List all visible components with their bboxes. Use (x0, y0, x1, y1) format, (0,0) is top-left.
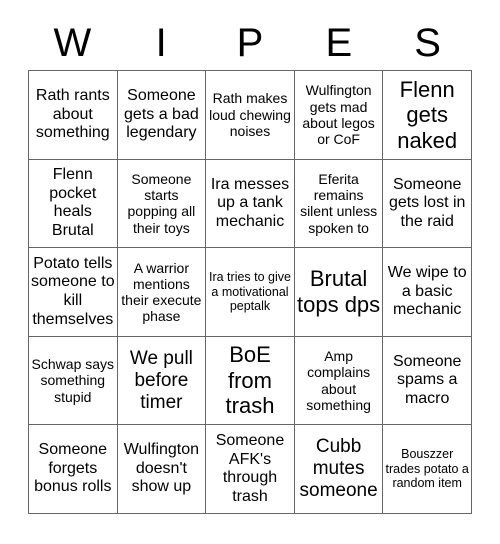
bingo-cell[interactable]: Cubb mutes someone (294, 425, 384, 514)
bingo-cell-text: Potato tells someone to kill themselves (31, 254, 115, 328)
bingo-cell-text: Wulfington gets mad about legos or CoF (302, 82, 375, 148)
bingo-cell[interactable]: We pull before timer (117, 336, 207, 426)
bingo-cell-text: Rath rants about something (35, 86, 110, 142)
bingo-cell-text: Amp complains about something (306, 348, 371, 413)
bingo-cell-text: Eferita remains silent unless spoken to (300, 170, 378, 236)
bingo-cell-text: Ira messes up a tank mechanic (210, 175, 290, 230)
bingo-cell-text: Cubb mutes someone (299, 436, 378, 502)
title-letter-5: S (414, 21, 441, 65)
bingo-cell[interactable]: Someone AFK's through trash (206, 425, 295, 514)
bingo-cell[interactable]: Someone gets lost in the raid (383, 159, 472, 249)
bingo-grid: Rath rants about something Someone gets a… (28, 70, 472, 514)
bingo-cell[interactable]: Someone starts popping all their toys (117, 159, 207, 249)
bingo-cell[interactable]: Bouszzer trades potato a random item (383, 425, 472, 514)
bingo-cell[interactable]: Rath rants about something (29, 71, 118, 160)
bingo-cell-text: Someone forgets bonus rolls (34, 441, 112, 496)
bingo-cell[interactable]: Someone gets a bad legendary (117, 71, 207, 160)
title-letter-3: P (236, 21, 264, 65)
bingo-cell[interactable]: We wipe to a basic mechanic (383, 248, 472, 337)
bingo-cell-text: Flenn pocket heals Brutal (49, 166, 97, 239)
bingo-cell-text: Someone starts popping all their toys (127, 170, 196, 236)
bingo-cell[interactable]: Ira messes up a tank mechanic (206, 159, 295, 249)
title-letter-1: W (53, 21, 92, 65)
bingo-cell[interactable]: Wulfington doesn't show up (117, 425, 207, 514)
bingo-cell[interactable]: Wulfington gets mad about legos or CoF (294, 71, 384, 160)
bingo-cell-text: Rath makes loud chewing noises (209, 90, 291, 139)
bingo-cell[interactable]: Flenn pocket heals Brutal (29, 159, 118, 249)
bingo-cell[interactable]: Eferita remains silent unless spoken to (294, 159, 384, 249)
bingo-cell-text: A warrior mentions their execute phase (121, 259, 202, 325)
bingo-cell-text: Bouszzer trades potato a random item (385, 447, 469, 491)
bingo-card: W I P E S Rath rants about something Some… (0, 0, 500, 544)
bingo-cell[interactable]: Potato tells someone to kill themselves (29, 248, 118, 337)
bingo-cell[interactable]: Brutal tops dps (294, 248, 384, 337)
bingo-cell[interactable]: Flenn gets naked (383, 71, 472, 160)
bingo-cell-text: Someone spams a macro (392, 352, 462, 407)
title-letter-4: E (325, 21, 353, 65)
bingo-cell[interactable]: A warrior mentions their execute phase (117, 248, 207, 337)
bingo-cell[interactable]: Schwap says something stupid (29, 336, 118, 426)
bingo-cell-text: We pull before timer (129, 347, 193, 413)
bingo-cell-text: Flenn gets naked (397, 76, 458, 153)
bingo-cell-text: BoE from trash (225, 342, 275, 419)
title-letter-2: I (155, 21, 167, 65)
bingo-cell[interactable]: Ira tries to give a motivational peptalk (206, 248, 295, 337)
bingo-cell-text: Someone AFK's through trash (215, 432, 285, 505)
bingo-cell-text: Ira tries to give a motivational peptalk (209, 270, 291, 314)
bingo-cell-text: Someone gets lost in the raid (388, 175, 466, 230)
bingo-cell-text: Someone gets a bad legendary (124, 86, 199, 142)
bingo-title: W I P E S (28, 18, 472, 68)
bingo-cell-text: Schwap says something stupid (31, 356, 115, 405)
bingo-cell-text: We wipe to a basic mechanic (387, 264, 467, 319)
bingo-cell-text: Brutal tops dps (297, 266, 381, 317)
bingo-cell[interactable]: BoE from trash (206, 336, 295, 426)
bingo-cell[interactable]: Rath makes loud chewing noises (206, 71, 295, 160)
bingo-cell[interactable]: Amp complains about something (294, 336, 384, 426)
bingo-cell[interactable]: Someone spams a macro (383, 336, 472, 426)
bingo-cell[interactable]: Someone forgets bonus rolls (29, 425, 118, 514)
bingo-cell-text: Wulfington doesn't show up (123, 441, 200, 496)
